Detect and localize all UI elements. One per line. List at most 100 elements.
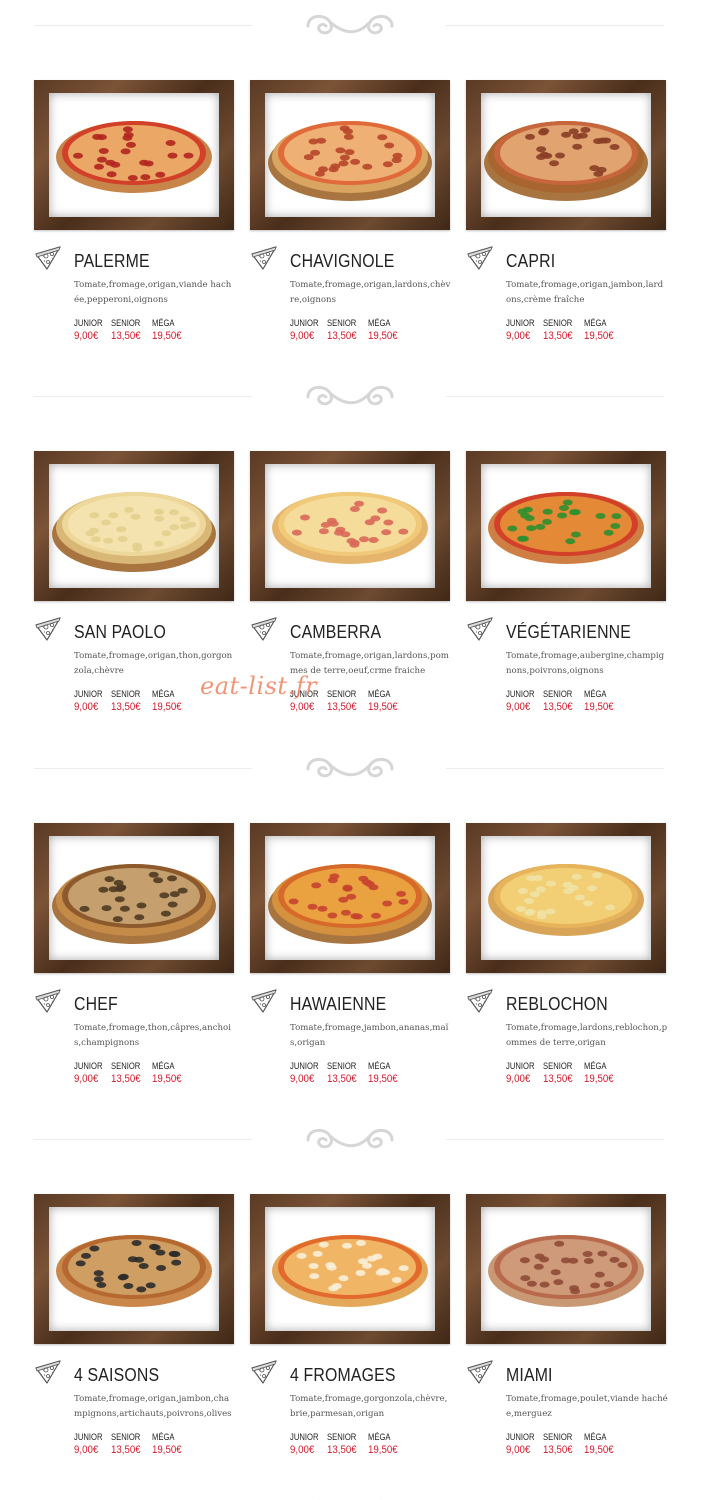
pizza-photo — [265, 464, 435, 588]
pizza-ingredients: Tomate,fromage,origan,viande hachée,pepp… — [74, 280, 232, 305]
size-label: JUNIOR — [290, 1432, 319, 1442]
pizza-photo-frame — [466, 80, 666, 230]
price-option: MÉGA 19,50€ — [152, 1061, 186, 1085]
size-label: MÉGA — [584, 1432, 607, 1442]
price-option: SENIOR 13,50€ — [543, 1432, 578, 1456]
price-value: 9,00€ — [290, 1073, 315, 1085]
size-label: SENIOR — [543, 318, 573, 328]
pizza-slice-icon — [466, 1358, 494, 1386]
size-label: SENIOR — [543, 1432, 573, 1442]
price-value: 19,50€ — [152, 701, 182, 713]
size-label: MÉGA — [584, 689, 607, 699]
price-option: MÉGA 19,50€ — [584, 318, 618, 342]
divider-line — [446, 396, 664, 397]
section-divider — [0, 376, 706, 416]
menu-item: REBLOCHON Tomate,fromage,lardons,reblocho… — [466, 823, 668, 1113]
price-value: 19,50€ — [584, 1444, 614, 1456]
section-divider — [0, 748, 706, 788]
price-value: 19,50€ — [368, 330, 398, 342]
price-option: MÉGA 19,50€ — [368, 689, 402, 713]
pizza-photo — [265, 836, 435, 960]
pizza-slice-icon — [34, 615, 62, 643]
price-list: JUNIOR 9,00€ SENIOR 13,50€ MÉGA 19,50€ — [506, 1061, 676, 1091]
price-option: MÉGA 19,50€ — [584, 1432, 618, 1456]
divider-line — [34, 768, 252, 769]
size-label: MÉGA — [152, 318, 175, 328]
section-divider — [0, 1119, 706, 1159]
price-value: 13,50€ — [111, 1073, 141, 1085]
price-option: SENIOR 13,50€ — [543, 1061, 578, 1085]
size-label: MÉGA — [584, 1061, 607, 1071]
size-label: JUNIOR — [506, 318, 535, 328]
size-label: SENIOR — [111, 689, 141, 699]
size-label: JUNIOR — [506, 1432, 535, 1442]
price-list: JUNIOR 9,00€ SENIOR 13,50€ MÉGA 19,50€ — [290, 1432, 460, 1462]
swirl-ornament-icon — [306, 757, 394, 778]
divider-line — [446, 25, 664, 26]
size-label: MÉGA — [368, 318, 391, 328]
pizza-photo-frame — [250, 451, 450, 601]
divider-line — [34, 25, 252, 26]
size-label: SENIOR — [327, 689, 357, 699]
divider-line — [446, 768, 664, 769]
pizza-photo-frame — [34, 451, 234, 601]
price-option: SENIOR 13,50€ — [327, 689, 362, 713]
pizza-photo — [481, 836, 651, 960]
pizza-photo-frame — [250, 823, 450, 973]
pizza-name: VÉGÉTARIENNE — [506, 622, 632, 642]
price-value: 9,00€ — [74, 701, 99, 713]
price-option: MÉGA 19,50€ — [152, 1432, 186, 1456]
price-value: 19,50€ — [584, 330, 614, 342]
pizza-name: CAMBERRA — [290, 622, 382, 642]
size-label: JUNIOR — [506, 1061, 535, 1071]
price-option: SENIOR 13,50€ — [111, 318, 146, 342]
pizza-photo-frame — [34, 823, 234, 973]
pizza-name: 4 SAISONS — [74, 1365, 160, 1385]
price-value: 9,00€ — [290, 701, 315, 713]
swirl-ornament-icon — [306, 385, 394, 406]
divider-line — [34, 396, 252, 397]
size-label: SENIOR — [327, 318, 357, 328]
menu-item: CHAVIGNOLE Tomate,fromage,origan,lardons,… — [250, 80, 450, 370]
pizza-slice-icon — [250, 987, 278, 1015]
pizza-slice-icon — [466, 615, 494, 643]
size-label: SENIOR — [111, 318, 141, 328]
pizza-photo — [481, 1207, 651, 1331]
pizza-slice-icon — [34, 244, 62, 272]
menu-item: 4 FROMAGES Tomate,fromage,gorgonzola,chèv… — [250, 1194, 450, 1484]
pizza-ingredients: Tomate,fromage,gorgonzola,chèvre,brie,pa… — [290, 1394, 448, 1419]
size-label: MÉGA — [368, 689, 391, 699]
pizza-photo-frame — [34, 80, 234, 230]
pizza-name: CAPRI — [506, 251, 556, 271]
price-option: JUNIOR 9,00€ — [506, 1432, 540, 1456]
price-option: MÉGA 19,50€ — [152, 318, 186, 342]
section-divider — [0, 1490, 706, 1500]
pizza-photo-frame — [250, 1194, 450, 1344]
pizza-name: MIAMI — [506, 1365, 553, 1385]
price-option: JUNIOR 9,00€ — [290, 318, 324, 342]
pizza-slice-icon — [250, 1358, 278, 1386]
pizza-name: CHEF — [74, 994, 118, 1014]
pizza-name: PALERME — [74, 251, 150, 271]
menu-item: PALERME Tomate,fromage,origan,viande hach… — [34, 80, 234, 370]
swirl-ornament-icon — [306, 1128, 394, 1149]
price-option: JUNIOR 9,00€ — [74, 1432, 108, 1456]
price-value: 13,50€ — [543, 701, 573, 713]
price-option: SENIOR 13,50€ — [111, 1432, 146, 1456]
price-value: 9,00€ — [506, 1073, 531, 1085]
divider-line — [34, 1139, 252, 1140]
size-label: JUNIOR — [290, 318, 319, 328]
price-value: 19,50€ — [584, 701, 614, 713]
price-option: MÉGA 19,50€ — [584, 1061, 618, 1085]
price-option: SENIOR 13,50€ — [327, 318, 362, 342]
price-option: JUNIOR 9,00€ — [290, 1061, 324, 1085]
price-list: JUNIOR 9,00€ SENIOR 13,50€ MÉGA 19,50€ — [506, 689, 676, 719]
price-value: 19,50€ — [152, 1073, 182, 1085]
price-value: 19,50€ — [368, 701, 398, 713]
price-option: JUNIOR 9,00€ — [506, 689, 540, 713]
pizza-ingredients: Tomate,fromage,lardons,reblochon,pommes … — [506, 1023, 668, 1048]
pizza-ingredients: Tomate,fromage,origan,jambon,lardons,crè… — [506, 280, 664, 305]
pizza-photo-frame — [466, 451, 666, 601]
swirl-ornament-icon — [306, 14, 394, 35]
pizza-slice-icon — [34, 1358, 62, 1386]
